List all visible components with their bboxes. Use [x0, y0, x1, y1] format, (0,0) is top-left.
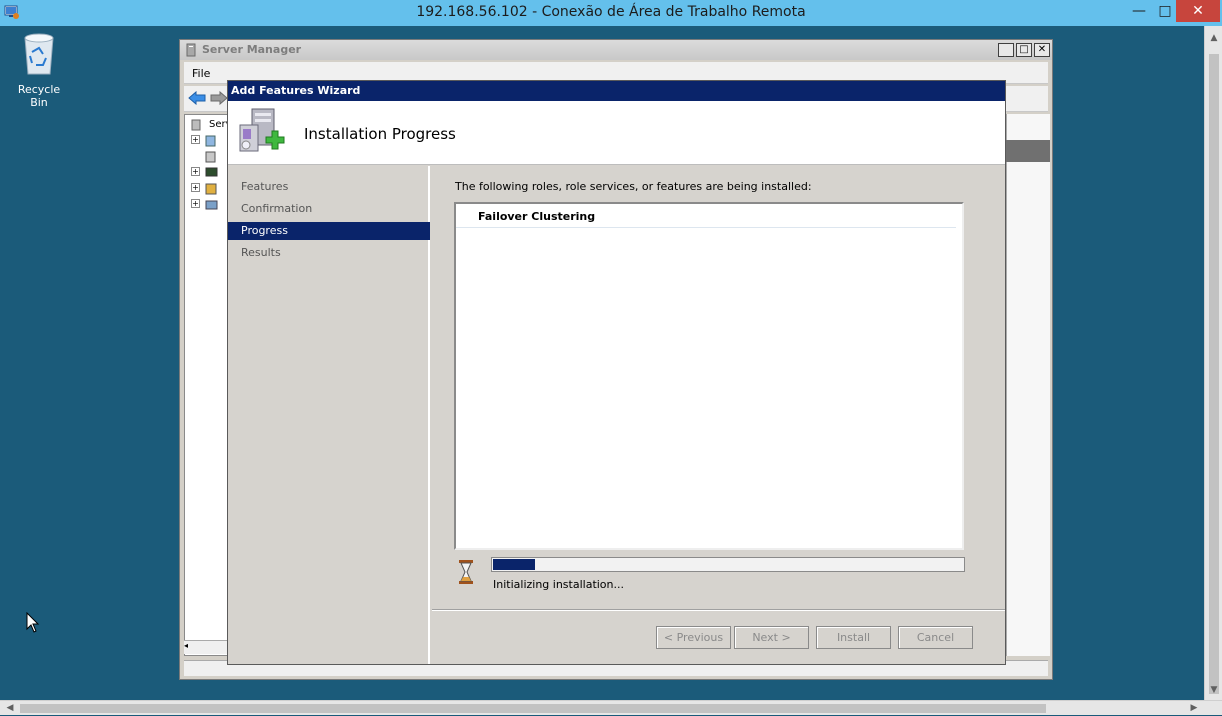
rdp-window-title: 192.168.56.102 - Conexão de Área de Trab…	[416, 4, 806, 20]
add-features-wizard: Add Features Wizard Installation Progres…	[227, 80, 1006, 665]
wizard-title: Add Features Wizard	[231, 84, 361, 97]
recycle-bin-icon	[24, 33, 54, 75]
vertical-scroll-thumb[interactable]	[1209, 54, 1219, 694]
server-manager-title: Server Manager	[202, 43, 302, 56]
diagnostics-icon	[205, 167, 218, 177]
server-manager-panel-header	[1006, 140, 1050, 162]
progress-fill	[493, 559, 535, 570]
server-manager-titlebar: Server Manager □ ✕	[180, 40, 1052, 60]
features-icon	[205, 151, 216, 163]
close-button[interactable]: ✕	[1176, 0, 1220, 22]
previous-button[interactable]: < Previous	[656, 626, 731, 649]
rdp-titlebar: 192.168.56.102 - Conexão de Área de Trab…	[0, 0, 1222, 26]
install-item-failover-clustering: Failover Clustering	[456, 204, 956, 228]
expand-icon[interactable]: +	[191, 199, 200, 208]
wizard-titlebar: Add Features Wizard	[228, 81, 1005, 101]
cancel-button[interactable]: Cancel	[898, 626, 973, 649]
wizard-page-title: Installation Progress	[304, 125, 456, 143]
sm-minimize-button[interactable]	[998, 43, 1014, 57]
next-button[interactable]: Next >	[734, 626, 809, 649]
recycle-bin-label: Recycle Bin	[17, 83, 61, 109]
sm-close-button[interactable]: ✕	[1034, 43, 1050, 57]
server-manager-icon	[186, 43, 196, 57]
scroll-down-icon[interactable]: ▼	[1205, 682, 1222, 698]
roles-icon	[205, 135, 216, 147]
server-manager-right-panel	[1006, 114, 1050, 656]
rdp-vertical-scrollbar[interactable]: ▲ ▼	[1204, 26, 1222, 700]
scroll-right-icon[interactable]: ▶	[1186, 701, 1202, 716]
install-button[interactable]: Install	[816, 626, 891, 649]
hourglass-icon	[459, 560, 473, 584]
menu-file[interactable]: File	[192, 67, 210, 80]
step-confirmation[interactable]: Confirmation	[228, 200, 430, 218]
server-icon	[191, 119, 201, 131]
forward-arrow-icon[interactable]	[210, 91, 228, 105]
configuration-icon	[205, 183, 217, 195]
scroll-left-icon[interactable]: ◀	[2, 701, 18, 716]
add-features-icon	[239, 108, 285, 152]
wizard-main-panel: The following roles, role services, or f…	[432, 166, 1005, 608]
mouse-cursor-icon	[26, 612, 40, 633]
expand-icon[interactable]: +	[191, 167, 200, 176]
back-arrow-icon[interactable]	[188, 91, 206, 105]
step-features[interactable]: Features	[228, 178, 430, 196]
wizard-steps-panel: Features Confirmation Progress Results	[228, 166, 430, 664]
expand-icon[interactable]: +	[191, 183, 200, 192]
horizontal-scroll-thumb[interactable]	[20, 704, 1046, 713]
install-description: The following roles, role services, or f…	[455, 180, 812, 193]
tree-horizontal-scrollbar[interactable]: ◂	[184, 640, 228, 654]
storage-icon	[205, 200, 218, 210]
install-list[interactable]: Failover Clustering	[454, 202, 964, 550]
sm-maximize-button[interactable]: □	[1016, 43, 1032, 57]
step-results[interactable]: Results	[228, 244, 430, 262]
expand-icon[interactable]: +	[191, 135, 200, 144]
rdp-horizontal-scrollbar[interactable]: ◀ ▶	[0, 700, 1222, 715]
recycle-bin[interactable]: Recycle Bin	[8, 32, 70, 109]
server-manager-tree[interactable]: Serv + + + +	[184, 114, 232, 656]
step-progress[interactable]: Progress	[228, 222, 430, 240]
scroll-up-icon[interactable]: ▲	[1205, 30, 1222, 46]
install-progress-bar	[491, 557, 965, 572]
wizard-header: Installation Progress	[228, 101, 1005, 165]
wizard-button-separator	[432, 609, 1005, 611]
progress-status-text: Initializing installation...	[493, 578, 625, 591]
